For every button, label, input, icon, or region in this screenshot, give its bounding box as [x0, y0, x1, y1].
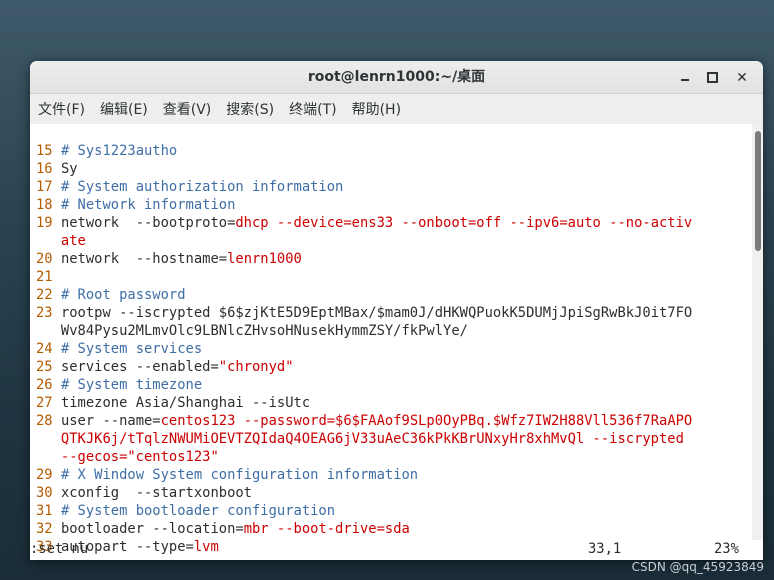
line-number: 24: [36, 341, 53, 357]
line-number: 29: [36, 467, 53, 483]
line-number: 22: [36, 287, 53, 303]
line-value: QTKJK6j/tTqlzNWUMiOEVTZQIdaQ4OEAG6jV33uA…: [60, 431, 684, 447]
code-line: 20 network --hostname=lenrn1000: [36, 250, 752, 268]
menu-view[interactable]: 查看(V): [163, 99, 212, 119]
line-number: 30: [36, 485, 53, 501]
scroll-percent: 23%: [714, 541, 739, 557]
line-number: 17: [36, 179, 53, 195]
line-value: lenrn1000: [227, 251, 302, 267]
line-text: # System services: [60, 341, 203, 357]
code-line: 24 # System services: [36, 340, 752, 358]
line-value: ate: [60, 233, 86, 249]
code-line: 18 # Network information: [36, 196, 752, 214]
line-value: --gecos="centos123": [60, 449, 219, 465]
menu-file[interactable]: 文件(F): [38, 99, 85, 119]
line-text: # X Window System configuration informat…: [60, 467, 419, 483]
line-text: # Root password: [60, 287, 186, 303]
minimize-button[interactable]: [674, 67, 696, 89]
line-value: "chronyd": [218, 359, 294, 375]
menu-bar: 文件(F) 编辑(E) 查看(V) 搜索(S) 终端(T) 帮助(H): [30, 94, 763, 125]
menu-terminal[interactable]: 终端(T): [289, 99, 336, 119]
code-line: 26 # System timezone: [36, 376, 752, 394]
line-text: bootloader --location=: [60, 521, 244, 537]
line-number: 18: [36, 197, 53, 213]
line-text: # Sys1223autho: [60, 143, 178, 159]
line-text: timezone Asia/Shanghai --isUtc: [60, 395, 311, 411]
code-line: 30 xconfig --startxonboot: [36, 484, 752, 502]
cursor-position: 33,1: [588, 541, 622, 557]
title-bar[interactable]: root@lenrn1000:~/桌面 ✕: [30, 61, 763, 94]
code-line: 27 timezone Asia/Shanghai --isUtc: [36, 394, 752, 412]
vim-command: :set nu: [30, 541, 89, 557]
terminal-window: root@lenrn1000:~/桌面 ✕ 文件(F) 编辑(E) 查看(V) …: [30, 61, 763, 560]
code-line: 22 # Root password: [36, 286, 752, 304]
minimize-icon: [681, 79, 689, 81]
code-line: 29 # X Window System configuration infor…: [36, 466, 752, 484]
vim-status-line: :set nu 33,1 23%: [30, 540, 752, 558]
code-line-wrap: --gecos="centos123": [36, 448, 752, 466]
line-text: network --hostname=: [60, 251, 228, 267]
line-text: Wv84Pysu2MLmvOlc9LBNlcZHvsoHNusekHymmZSY…: [60, 323, 468, 339]
line-number: 28: [36, 413, 53, 429]
code-line-wrap: Wv84Pysu2MLmvOlc9LBNlcZHvsoHNusekHymmZSY…: [36, 322, 752, 340]
line-text: # System timezone: [60, 377, 203, 393]
line-number: 31: [36, 503, 53, 519]
line-text: rootpw --iscrypted $6$zjKtE5D9EptMBax/$m…: [60, 305, 693, 321]
watermark: CSDN @qq_45923849: [631, 560, 764, 574]
line-number: 15: [36, 143, 53, 159]
line-text: Sy: [60, 161, 78, 177]
code-line: 17 # System authorization information: [36, 178, 752, 196]
line-number: 19: [36, 215, 53, 231]
maximize-button[interactable]: [701, 67, 723, 89]
line-number: 25: [36, 359, 53, 375]
code-line: 15 # Sys1223autho: [36, 142, 752, 160]
code-line: 19 network --bootproto=dhcp --device=ens…: [36, 214, 752, 232]
close-icon: ✕: [736, 70, 748, 86]
line-number: 23: [36, 305, 53, 321]
code-line-wrap: ate: [36, 232, 752, 250]
line-text: xconfig --startxonboot: [60, 485, 252, 501]
line-value: centos123 --password=$6$FAAof9SLp0OyPBq.…: [160, 413, 693, 429]
window-title: root@lenrn1000:~/桌面: [307, 69, 486, 85]
code-line: 21: [36, 268, 752, 286]
menu-help[interactable]: 帮助(H): [352, 99, 401, 119]
line-number: 21: [36, 269, 53, 285]
code-line: 31 # System bootloader configuration: [36, 502, 752, 520]
line-value: mbr --boot-drive=sda: [243, 521, 410, 537]
line-text: # System authorization information: [60, 179, 344, 195]
line-value: dhcp --device=ens33 --onboot=off --ipv6=…: [235, 215, 693, 231]
line-text: network --bootproto=: [60, 215, 236, 231]
code-line: 32 bootloader --location=mbr --boot-driv…: [36, 520, 752, 538]
line-number: 27: [36, 395, 53, 411]
scrollbar-thumb[interactable]: [755, 131, 761, 251]
menu-edit[interactable]: 编辑(E): [100, 99, 148, 119]
line-number: 26: [36, 377, 53, 393]
code-line: 23 rootpw --iscrypted $6$zjKtE5D9EptMBax…: [36, 304, 752, 322]
line-text: # System bootloader configuration: [60, 503, 336, 519]
line-number: 16: [36, 161, 53, 177]
close-button[interactable]: ✕: [731, 67, 753, 89]
code-line: 28 user --name=centos123 --password=$6$F…: [36, 412, 752, 430]
maximize-icon: [706, 71, 718, 83]
menu-search[interactable]: 搜索(S): [226, 99, 274, 119]
line-number: 32: [36, 521, 53, 537]
line-text: user --name=: [60, 413, 161, 429]
code-line: 16 Sy: [36, 160, 752, 178]
code-line: 25 services --enabled="chronyd": [36, 358, 752, 376]
line-number: 20: [36, 251, 53, 267]
line-text: services --enabled=: [60, 359, 219, 375]
code-line-wrap: QTKJK6j/tTqlzNWUMiOEVTZQIdaQ4OEAG6jV33uA…: [36, 430, 752, 448]
line-text: # Network information: [60, 197, 236, 213]
terminal-text-area[interactable]: 15 # Sys1223autho 16 Sy 17 # System author…: [30, 124, 752, 560]
